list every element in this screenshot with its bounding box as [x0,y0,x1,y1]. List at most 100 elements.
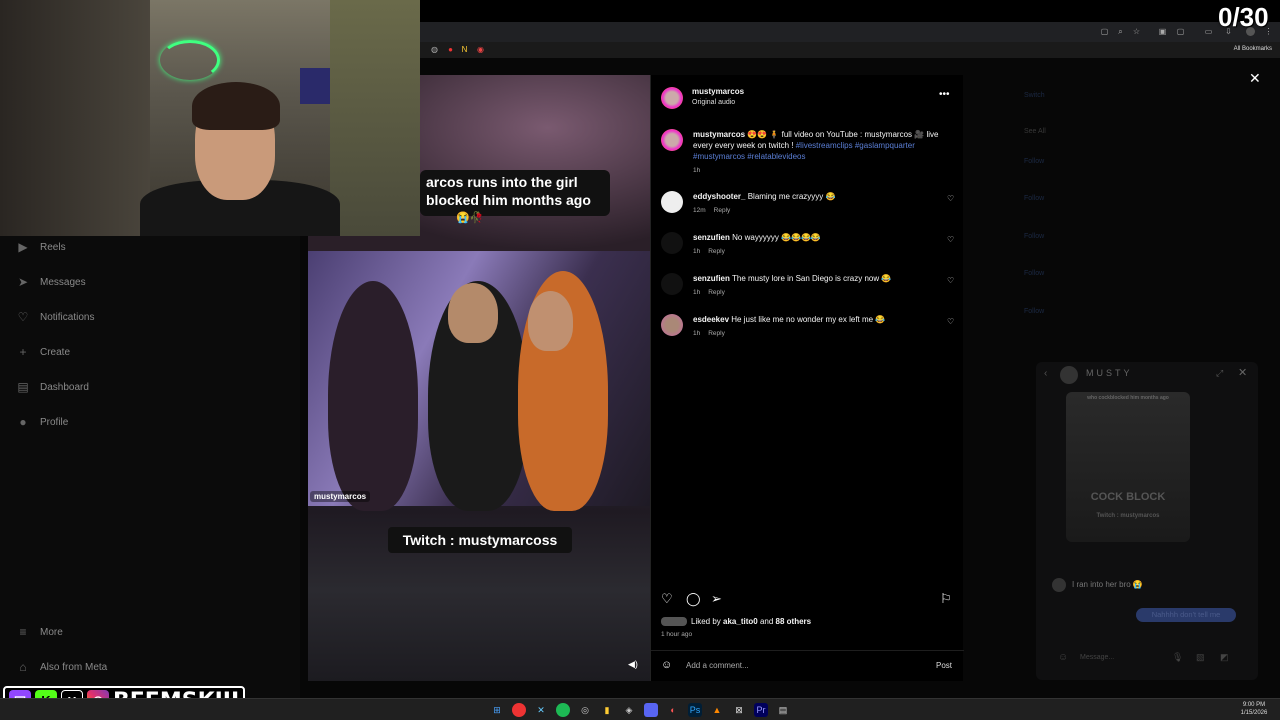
app-icon[interactable]: ✕ [534,703,548,717]
comment-input[interactable]: Add a comment... [686,661,749,670]
like-comment-icon[interactable]: ♡ [947,235,954,244]
add-comment-bar: ☺ Add a comment... Post [651,650,964,681]
share-icon[interactable]: ➢ [711,591,722,607]
premiere-icon[interactable]: Pr [754,703,768,717]
comment-username[interactable]: esdeekev [693,315,729,324]
video-watermark: mustymarcos [310,491,371,502]
sidebar-item-also-from-meta[interactable]: ⌂ Also from Meta [16,658,107,676]
meta-icon: ⌂ [19,660,27,674]
dm-title[interactable]: MUSTY [1086,368,1133,378]
vlc-icon[interactable]: ▲ [710,703,724,717]
close-icon[interactable]: ✕ [1249,70,1261,87]
chrome-icon[interactable] [512,703,526,717]
sidebar-item-messages[interactable]: ➤ Messages [16,273,86,291]
bookmarks-bar: ◍ ● N ◉ All Bookmarks [420,42,1280,58]
puzzle-icon[interactable]: ▣ [1158,27,1167,36]
avatar[interactable] [661,87,683,109]
post-caption: mustymarcos 😍😍 🧍 full video on YouTube :… [693,129,948,162]
bookmark-icon[interactable]: N [460,45,469,54]
post-username[interactable]: mustymarcos [692,87,744,96]
more-options-icon[interactable]: ••• [939,89,950,100]
message-out: Nahhhh don't tell me [1136,608,1236,622]
image-icon[interactable]: ▧ [1196,652,1205,663]
star-icon[interactable]: ☆ [1132,27,1141,36]
sidebar-item-profile[interactable]: ● Profile [16,413,68,431]
post-actions: ♡ ◯ ➢ ⚐ [661,591,956,607]
avatar[interactable] [661,232,683,254]
neon-light [160,40,220,80]
bookmark-icon[interactable]: ◍ [430,45,439,54]
chevron-left-icon[interactable]: ‹ [1044,368,1047,379]
taskbar-clock[interactable]: 9:00 PM 1/15/2026 [1234,701,1274,717]
mic-icon[interactable]: 🎙 [1172,652,1183,663]
emoji-icon[interactable]: ☺ [661,659,672,671]
extension-icon[interactable]: ▢ [1176,27,1185,36]
like-comment-icon[interactable]: ♡ [947,317,954,326]
avatar[interactable] [661,273,683,295]
liked-others[interactable]: 88 others [776,617,812,626]
reply-button[interactable]: Reply [714,207,731,214]
sidebar-item-label: More [40,626,63,638]
bookmark-icon[interactable]: ● [446,45,455,54]
sidebar-item-notifications[interactable]: ♡ Notifications [16,308,95,326]
sidebar-item-create[interactable]: + Create [16,343,70,361]
comment-time: 1h [693,289,701,296]
app-icon[interactable]: ⊠ [732,703,746,717]
app-icon[interactable]: ▮ [600,703,614,717]
avatar[interactable] [661,129,683,151]
comment-text: Blaming me crazyyyy 😂 [747,192,836,201]
avatar[interactable] [661,191,683,213]
caption-line: blocked him months ago [426,192,591,208]
like-comment-icon[interactable]: ♡ [947,194,954,203]
app-icon[interactable]: ▤ [776,703,790,717]
sticker-icon[interactable]: ◩ [1220,652,1229,663]
sidebar-item-label: Also from Meta [40,661,108,673]
comment-username[interactable]: eddyshooter_ [693,192,745,201]
webcam-overlay [0,0,420,236]
comment-username[interactable]: senzufien [693,274,730,283]
bookmark-icon[interactable]: ⚐ [940,591,952,607]
app-icon[interactable]: ◈ [622,703,636,717]
reply-button[interactable]: Reply [708,330,725,337]
expand-icon[interactable]: ⤢ [1216,368,1223,379]
sidebar-item-label: Dashboard [40,381,89,393]
clock-time: 9:00 PM [1242,702,1266,708]
comment-username[interactable]: senzufien [693,233,730,242]
zoom-icon[interactable]: ⌕ [1116,27,1125,36]
comment-icon[interactable]: ◯ [686,591,701,607]
sidebar-item-more[interactable]: ≡ More [16,623,63,641]
shared-reel-thumbnail[interactable]: who cockblocked him months ago COCK BLOC… [1066,392,1190,542]
sidebar-item-label: Profile [40,416,69,428]
post-button[interactable]: Post [936,661,952,670]
message-input[interactable]: Message... [1080,654,1114,661]
discord-icon[interactable] [644,703,658,717]
emoji-icon[interactable]: ☺ [1058,652,1068,663]
audio-label[interactable]: Original audio [692,99,735,106]
avatar[interactable] [1060,366,1078,384]
app-icon[interactable]: ◐ [666,703,680,717]
extension-icon[interactable]: ▢ [1100,27,1109,36]
liked-user[interactable]: aka_tito0 [723,617,758,626]
like-icon[interactable]: ♡ [661,591,673,607]
comment-time: 1h [693,330,701,337]
reply-button[interactable]: Reply [708,248,725,255]
taskbar: ⊞ ✕ ◎ ▮ ◈ ◐ Ps ▲ ⊠ Pr ▤ 9:00 PM 1/15/202… [0,698,1280,720]
bookmark-icon[interactable]: ◉ [476,45,485,54]
windows-start-icon[interactable]: ⊞ [490,703,504,717]
photoshop-icon[interactable]: Ps [688,703,702,717]
app-icon[interactable]: ◎ [578,703,592,717]
spotify-icon[interactable] [556,703,570,717]
caption-username[interactable]: mustymarcos [693,130,745,139]
sidebar-item-label: Notifications [40,311,95,323]
sidebar-item-reels[interactable]: ▶ Reels [16,238,65,256]
all-bookmarks-link[interactable]: All Bookmarks [1234,46,1272,52]
reply-button[interactable]: Reply [708,289,725,296]
volume-icon[interactable]: ◀) [628,659,638,670]
sidepanel-icon[interactable]: ▭ [1204,27,1213,36]
like-comment-icon[interactable]: ♡ [947,276,954,285]
liked-mid: and [757,617,776,626]
avatar[interactable] [661,314,683,336]
comment-text: He just like me no wonder my ex left me … [731,315,886,324]
sidebar-item-dashboard[interactable]: ▤ Dashboard [16,378,89,396]
close-icon[interactable]: ✕ [1238,366,1247,379]
